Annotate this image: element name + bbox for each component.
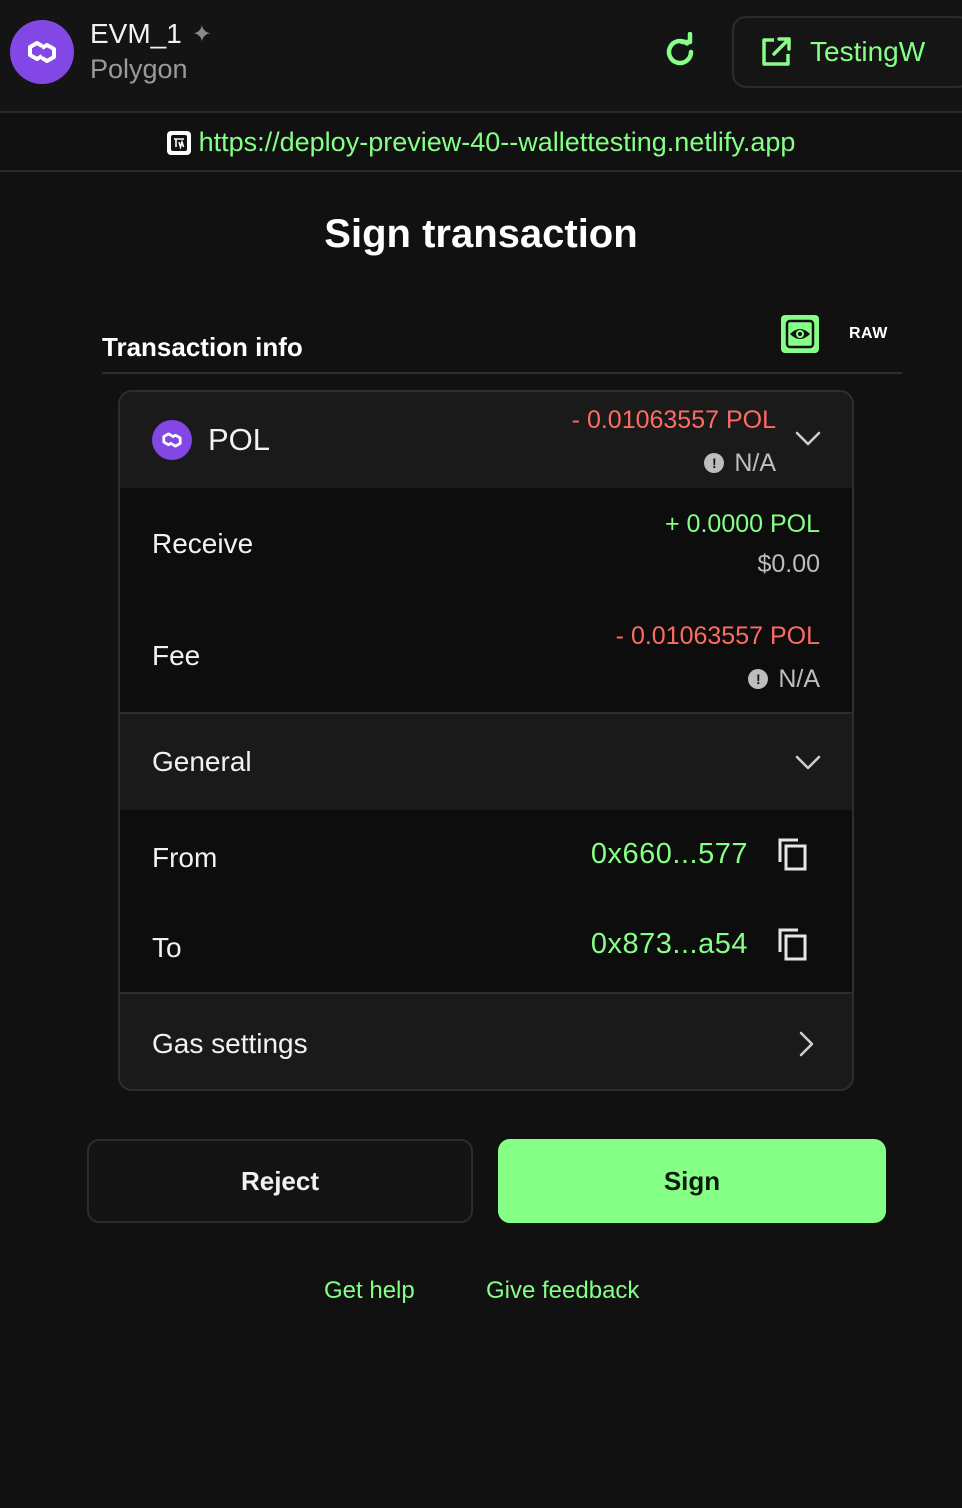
warning-icon: ! — [704, 453, 725, 473]
chevron-down-icon[interactable] — [794, 430, 822, 448]
transaction-card: POL - 0.01063557 POL ! N/A Receive + 0.0… — [118, 390, 854, 1091]
account-name[interactable]: EVM_1 ✦ — [90, 18, 212, 50]
asset-amount: - 0.01063557 POL — [571, 406, 776, 434]
top-header: EVM_1 ✦ Polygon TestingW — [0, 0, 962, 113]
external-link-icon — [762, 37, 791, 66]
asset-fiat: ! N/A — [704, 446, 776, 478]
fee-fiat: ! N/A — [748, 662, 820, 694]
copy-icon[interactable] — [776, 926, 808, 962]
to-address[interactable]: 0x873...a54 — [591, 928, 748, 961]
from-address[interactable]: 0x660...577 — [591, 838, 748, 871]
sparkle-icon: ✦ — [191, 20, 212, 48]
transaction-info-heading: Transaction info — [102, 332, 303, 362]
fee-amount: - 0.01063557 POL — [615, 622, 820, 650]
dapp-button-label: TestingW — [810, 36, 926, 67]
polygon-logo-icon — [10, 20, 74, 84]
network-name: Polygon — [90, 54, 188, 84]
general-section-header[interactable]: General — [120, 714, 852, 810]
origin-url: https://deploy-preview-40--wallettesting… — [198, 127, 796, 157]
warning-icon: ! — [748, 669, 769, 689]
gas-settings-label: Gas settings — [152, 1028, 308, 1059]
copy-icon[interactable] — [776, 836, 808, 872]
gas-settings-row[interactable]: Gas settings — [120, 994, 852, 1089]
account-name-label: EVM_1 — [90, 18, 182, 49]
netlify-site-icon — [166, 130, 191, 155]
get-help-link[interactable]: Get help — [324, 1277, 415, 1305]
fee-fiat-value: N/A — [778, 664, 820, 693]
asset-symbol: POL — [208, 422, 271, 457]
chevron-right-icon[interactable] — [798, 1030, 816, 1058]
sign-button[interactable]: Sign — [498, 1139, 886, 1223]
raw-toggle[interactable]: RAW — [849, 325, 888, 343]
refresh-icon[interactable] — [658, 30, 702, 74]
receive-row: Receive + 0.0000 POL $0.00 — [120, 488, 852, 600]
from-label: From — [152, 842, 218, 873]
origin-url-bar: https://deploy-preview-40--wallettesting… — [0, 115, 962, 172]
dapp-connection-button[interactable]: TestingW — [732, 16, 962, 88]
receive-fiat: $0.00 — [757, 550, 820, 578]
general-label: General — [152, 746, 252, 777]
pol-token-icon — [152, 420, 192, 460]
fee-row: Fee - 0.01063557 POL ! N/A — [120, 600, 852, 712]
reject-button[interactable]: Reject — [87, 1139, 473, 1223]
chevron-down-icon[interactable] — [794, 754, 822, 772]
give-feedback-link[interactable]: Give feedback — [486, 1277, 639, 1305]
page-title: Sign transaction — [324, 212, 638, 256]
to-label: To — [152, 932, 182, 963]
receive-amount: + 0.0000 POL — [665, 510, 820, 538]
from-row: From 0x660...577 — [120, 810, 852, 902]
section-divider — [102, 372, 902, 374]
view-eye-icon[interactable] — [781, 315, 819, 353]
asset-fiat-value: N/A — [734, 448, 776, 477]
asset-summary-row[interactable]: POL - 0.01063557 POL ! N/A — [120, 392, 852, 488]
receive-label: Receive — [152, 528, 254, 559]
to-row: To 0x873...a54 — [120, 902, 852, 992]
fee-label: Fee — [152, 640, 201, 671]
